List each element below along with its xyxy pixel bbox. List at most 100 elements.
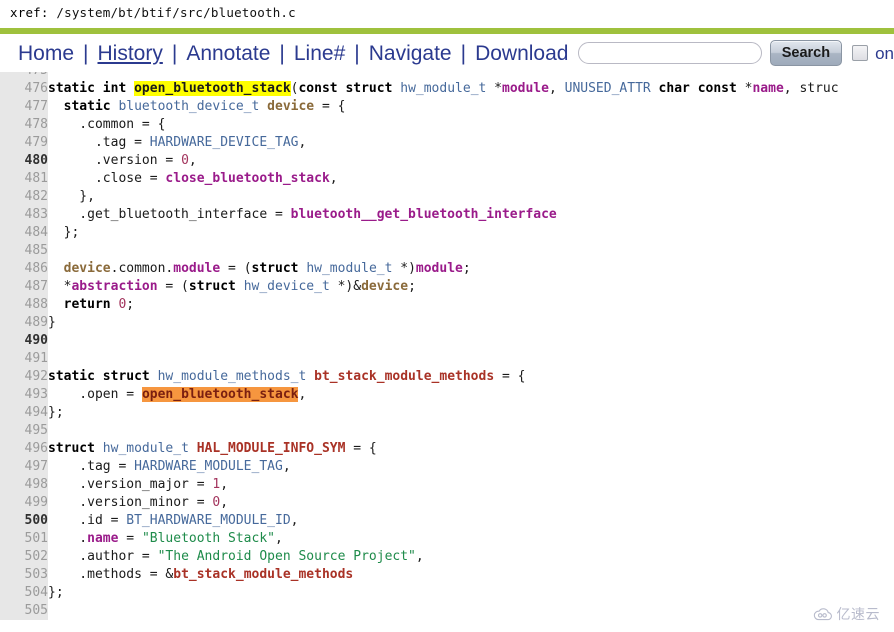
nav-link-navigate[interactable]: Navigate xyxy=(369,43,452,64)
search-input[interactable] xyxy=(578,42,762,64)
line-number[interactable]: 503 xyxy=(0,566,48,584)
code-line-text: .name = "Bluetooth Stack", xyxy=(48,531,283,546)
source-code-table: 475 476static int open_bluetooth_stack(c… xyxy=(0,72,839,620)
code-line-text xyxy=(48,350,839,368)
code-line-text: *abstraction = (struct hw_device_t *)&de… xyxy=(48,279,416,294)
search-button[interactable]: Search xyxy=(769,40,843,66)
code-line: 502 .author = "The Android Open Source P… xyxy=(0,548,839,566)
code-line-text: struct hw_module_t HAL_MODULE_INFO_SYM =… xyxy=(48,441,377,456)
nav-link-annotate[interactable]: Annotate xyxy=(186,43,270,64)
code-line-text: .author = "The Android Open Source Proje… xyxy=(48,549,424,564)
code-line: 503 .methods = &bt_stack_module_methods xyxy=(0,566,839,584)
code-line-text: static int open_bluetooth_stack(const st… xyxy=(48,81,839,96)
line-number[interactable]: 477 xyxy=(0,98,48,116)
line-number[interactable]: 484 xyxy=(0,224,48,242)
line-number[interactable]: 499 xyxy=(0,494,48,512)
code-line: 496 struct hw_module_t HAL_MODULE_INFO_SY… xyxy=(0,440,839,458)
code-line-text: .common = { xyxy=(48,117,166,132)
code-line: 500 .id = BT_HARDWARE_MODULE_ID, xyxy=(0,512,839,530)
line-number[interactable]: 483 xyxy=(0,206,48,224)
line-number[interactable]: 501 xyxy=(0,530,48,548)
code-line-text: static bluetooth_device_t device = { xyxy=(63,99,346,114)
line-number[interactable]: 491 xyxy=(0,350,48,368)
nav-separator: | xyxy=(171,41,178,65)
definitions-only-checkbox[interactable] xyxy=(852,45,869,61)
code-line-text: }; xyxy=(48,585,64,600)
line-number[interactable]: 493 xyxy=(0,386,48,404)
line-number[interactable]: 480 xyxy=(0,152,48,170)
line-number[interactable]: 479 xyxy=(0,134,48,152)
code-line-text xyxy=(48,242,839,260)
line-number[interactable]: 478 xyxy=(0,116,48,134)
code-line-text: return 0; xyxy=(63,297,135,312)
code-line: 480 .version = 0, xyxy=(0,152,839,170)
code-line-text xyxy=(48,422,839,440)
code-line: 489} xyxy=(0,314,839,332)
code-line: 484 }; xyxy=(0,224,839,242)
line-number[interactable]: 489 xyxy=(0,314,48,332)
line-number[interactable]: 481 xyxy=(0,170,48,188)
line-number[interactable]: 490 xyxy=(0,332,48,350)
line-number[interactable]: 494 xyxy=(0,404,48,422)
code-line: 478 .common = { xyxy=(0,116,839,134)
code-line-text: .get_bluetooth_interface = bluetooth__ge… xyxy=(48,207,557,222)
nav-link-home[interactable]: Home xyxy=(18,43,74,64)
line-number[interactable]: 504 xyxy=(0,584,48,602)
line-number[interactable]: 476 xyxy=(0,80,48,98)
code-line-text xyxy=(48,332,839,350)
code-line: 476 static int open_bluetooth_stack(const… xyxy=(0,80,839,98)
line-number[interactable]: 486 xyxy=(0,260,48,278)
definitions-only-label: on xyxy=(875,43,894,63)
nav-separator: | xyxy=(83,41,89,65)
line-number[interactable]: 502 xyxy=(0,548,48,566)
line-number[interactable]: 500 xyxy=(0,512,48,530)
line-number[interactable]: 492 xyxy=(0,368,48,386)
line-number[interactable]: 485 xyxy=(0,242,48,260)
line-number[interactable]: 505 xyxy=(0,602,48,620)
code-line: 498 .version_major = 1, xyxy=(0,476,839,494)
code-line: 488 return 0; xyxy=(0,296,839,314)
code-line: 486 device.common.module = (struct hw_mo… xyxy=(0,260,839,278)
code-line: 477 static bluetooth_device_t device = { xyxy=(0,98,839,116)
line-number[interactable]: 475 xyxy=(0,72,48,80)
code-line-text: }; xyxy=(48,405,64,420)
code-line-text: .id = BT_HARDWARE_MODULE_ID, xyxy=(48,513,299,528)
nav-separator: | xyxy=(354,41,360,65)
code-line: 483 .get_bluetooth_interface = bluetooth… xyxy=(0,206,839,224)
code-line: 501 .name = "Bluetooth Stack", xyxy=(0,530,839,548)
code-line: 482 }, xyxy=(0,188,839,206)
code-line: 481 .close = close_bluetooth_stack, xyxy=(0,170,839,188)
code-line-text: .version = 0, xyxy=(48,153,197,168)
code-line: 504}; xyxy=(0,584,839,602)
code-line: 505 xyxy=(0,602,839,620)
code-line-text: } xyxy=(48,315,56,330)
code-line-text: device.common.module = (struct hw_module… xyxy=(63,261,471,276)
line-number[interactable]: 487 xyxy=(0,278,48,296)
code-line-text: }; xyxy=(48,225,80,240)
code-line-text: .open = open_bluetooth_stack, xyxy=(48,387,307,402)
nav-link-history[interactable]: History xyxy=(98,43,163,64)
code-line-text: .version_major = 1, xyxy=(48,477,229,492)
xref-path[interactable]: /system/bt/btif/src/bluetooth.c xyxy=(56,5,296,20)
code-line-text: .close = close_bluetooth_stack, xyxy=(48,171,338,186)
code-line-text: .tag = HARDWARE_MODULE_TAG, xyxy=(48,459,291,474)
code-line: 490 xyxy=(0,332,839,350)
source-code-viewport[interactable]: 475 476static int open_bluetooth_stack(c… xyxy=(0,72,894,632)
code-line-text xyxy=(48,72,839,80)
nav-link-linenum[interactable]: Line# xyxy=(294,43,345,64)
xref-label: xref: xyxy=(10,5,49,20)
code-line: 487 *abstraction = (struct hw_device_t *… xyxy=(0,278,839,296)
line-number[interactable]: 496 xyxy=(0,440,48,458)
nav-separator: | xyxy=(279,41,285,65)
nav-link-download[interactable]: Download xyxy=(475,43,568,64)
code-line: 479 .tag = HARDWARE_DEVICE_TAG, xyxy=(0,134,839,152)
line-number[interactable]: 498 xyxy=(0,476,48,494)
line-number[interactable]: 488 xyxy=(0,296,48,314)
xref-breadcrumb: xref: /system/bt/btif/src/bluetooth.c xyxy=(0,0,894,28)
line-number[interactable]: 495 xyxy=(0,422,48,440)
code-line: 475 xyxy=(0,72,839,80)
line-number[interactable]: 497 xyxy=(0,458,48,476)
code-line-text: .methods = &bt_stack_module_methods xyxy=(48,567,354,582)
code-line-text: }, xyxy=(48,189,95,204)
line-number[interactable]: 482 xyxy=(0,188,48,206)
